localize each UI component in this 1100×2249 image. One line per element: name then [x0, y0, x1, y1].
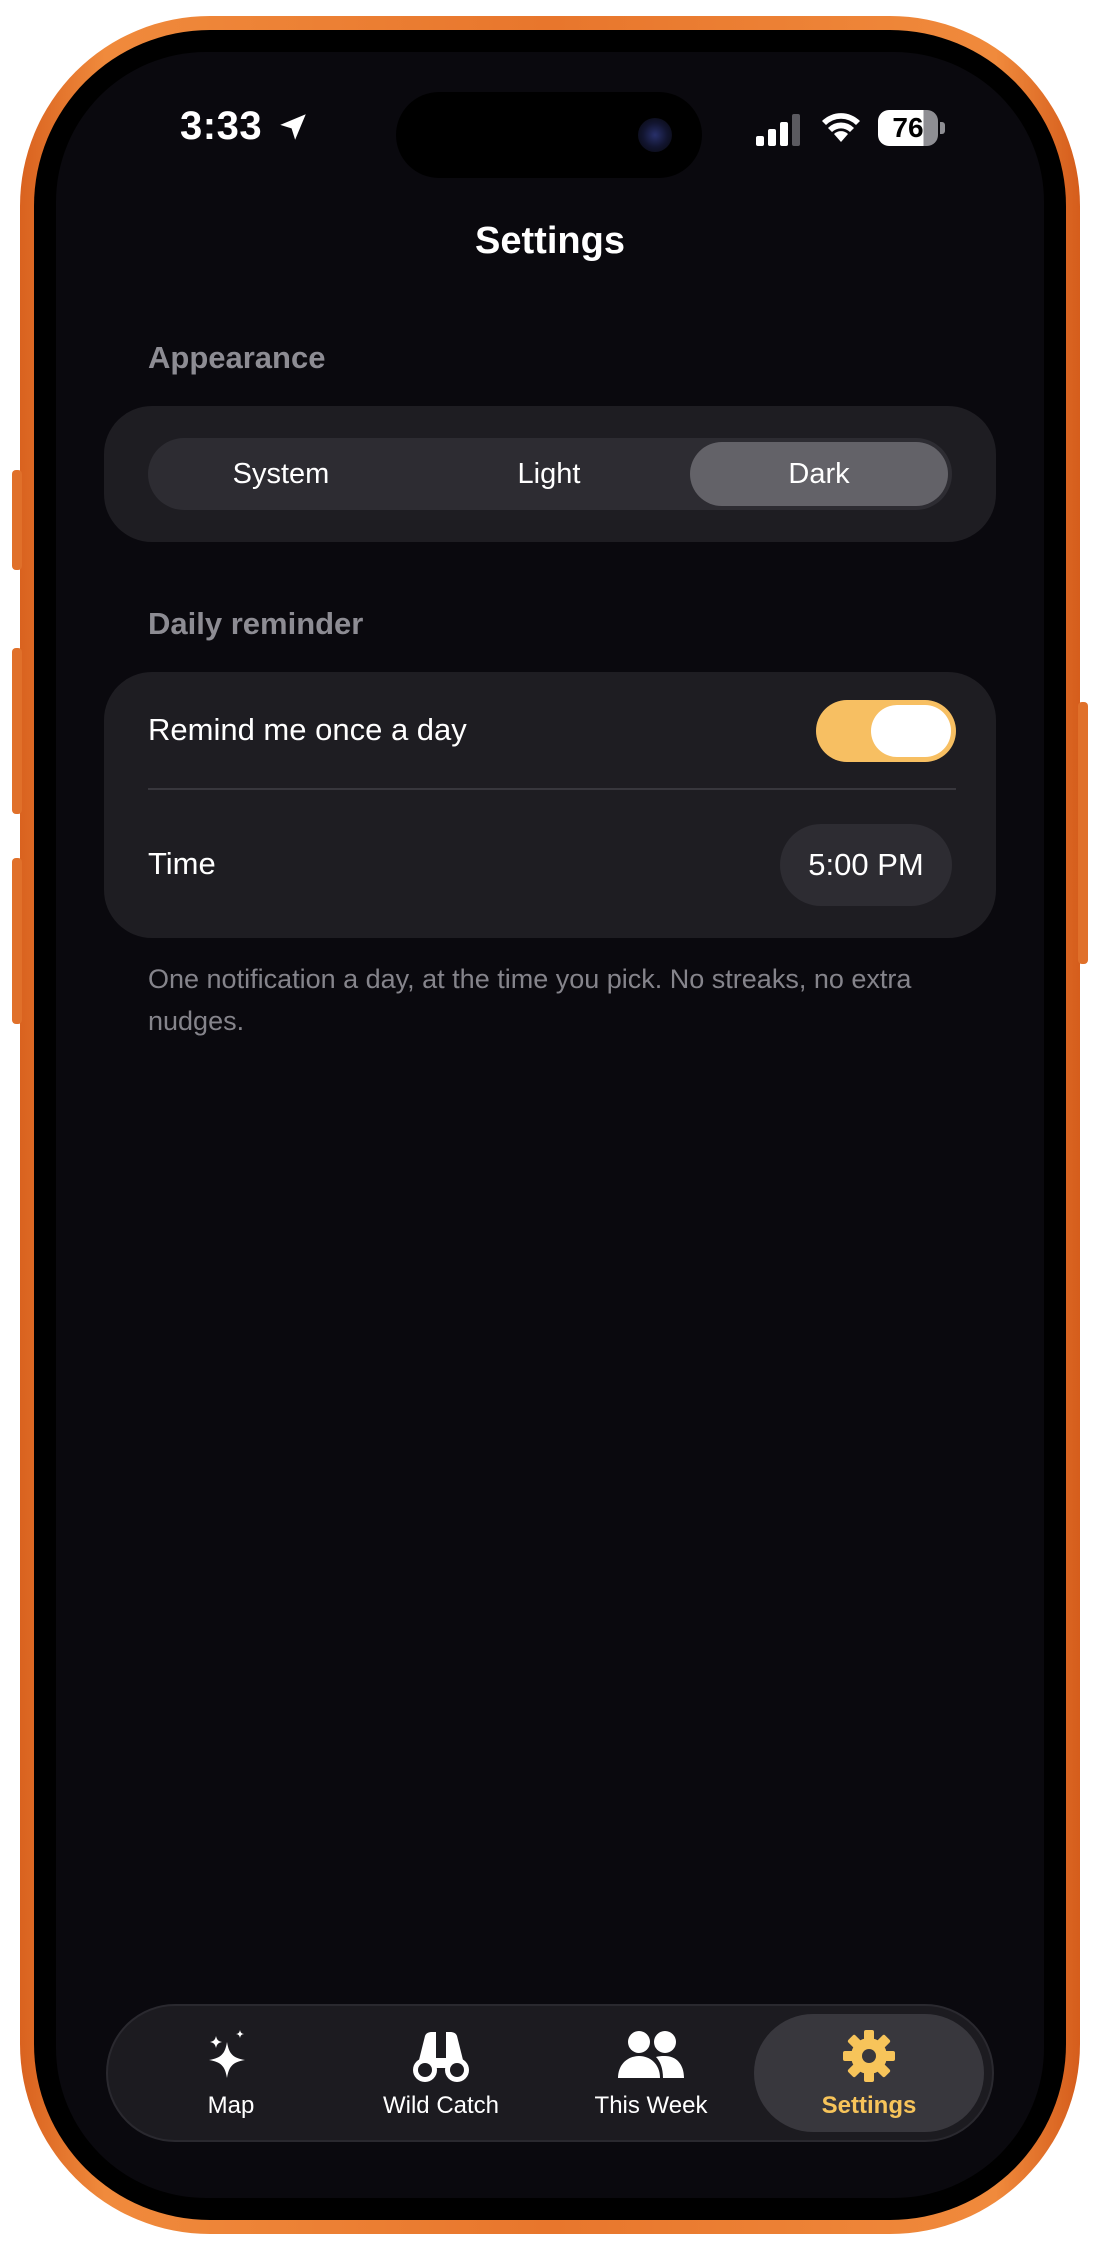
remind-toggle[interactable] — [816, 700, 956, 762]
reminder-footnote: One notification a day, at the time you … — [148, 964, 912, 1036]
tab-this-week-label: This Week — [594, 2092, 708, 2119]
remind-toggle-label: Remind me once a day — [148, 712, 467, 747]
time-picker-button[interactable]: 5:00 PM — [780, 824, 952, 906]
volume-up-button — [12, 648, 22, 814]
location-arrow-icon — [280, 114, 306, 140]
divider — [148, 788, 956, 790]
appearance-segmented-control: System Light Dark — [148, 438, 952, 510]
appearance-option-dark[interactable]: Dark — [690, 442, 948, 506]
tab-settings[interactable]: Settings — [754, 2014, 984, 2132]
power-button — [1078, 702, 1088, 964]
cellular-signal-icon — [756, 114, 800, 146]
dynamic-island — [396, 92, 702, 178]
tab-this-week[interactable]: This Week — [536, 2014, 766, 2132]
binoculars-icon — [413, 2032, 469, 2082]
battery-level: 76 — [878, 110, 938, 146]
time-label: Time — [148, 846, 216, 881]
tab-wild-catch[interactable]: Wild Catch — [326, 2014, 556, 2132]
appearance-option-system[interactable]: System — [152, 442, 410, 506]
people-icon — [618, 2031, 684, 2078]
wifi-icon — [822, 113, 860, 142]
toggle-knob — [871, 705, 951, 757]
action-button — [12, 470, 22, 570]
sparkles-icon — [209, 2030, 245, 2078]
tab-map-label: Map — [207, 2092, 255, 2119]
status-time: 3:33 — [180, 104, 263, 148]
page-title: Settings — [475, 220, 625, 262]
tab-bar: Map Wild Catch This Week Settings — [106, 2004, 994, 2142]
appearance-section-label: Appearance — [148, 340, 326, 375]
volume-down-button — [12, 858, 22, 1024]
reminder-card: Remind me once a day Time 5:00 PM — [104, 672, 996, 938]
tab-map[interactable]: Map — [116, 2014, 346, 2132]
gear-icon — [843, 2030, 895, 2082]
tab-settings-label: Settings — [821, 2092, 917, 2119]
appearance-option-light[interactable]: Light — [420, 442, 678, 506]
tab-wild-catch-label: Wild Catch — [382, 2092, 500, 2119]
appearance-card: System Light Dark — [104, 406, 996, 542]
camera-icon — [638, 118, 672, 152]
reminder-section-label: Daily reminder — [148, 606, 364, 641]
battery-icon: 76 — [878, 110, 946, 146]
